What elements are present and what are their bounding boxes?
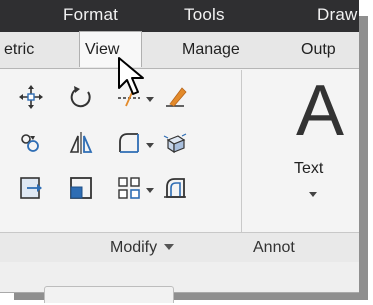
stretch-icon[interactable] [18, 175, 44, 201]
ribbon-tab-row: etric View Manage Outp [0, 31, 359, 69]
drawing-tab[interactable] [44, 286, 174, 303]
text-tool-icon[interactable]: A [296, 70, 344, 152]
menu-tools[interactable]: Tools [184, 5, 225, 25]
modify-panel-label[interactable]: Modify [110, 239, 175, 257]
trim-dropdown-icon[interactable] [146, 97, 154, 102]
modify-expand-icon[interactable] [164, 243, 175, 250]
fillet-icon[interactable] [116, 130, 142, 156]
mouse-cursor-icon [118, 57, 144, 95]
menu-draw[interactable]: Draw [317, 5, 357, 25]
tab-output[interactable]: Outp [301, 32, 336, 68]
mirror-icon[interactable] [68, 130, 94, 156]
annotation-panel-label[interactable]: Annot [253, 239, 295, 257]
erase-icon[interactable] [162, 84, 188, 110]
text-dropdown-icon[interactable] [309, 192, 317, 197]
tab-manage[interactable]: Manage [182, 32, 240, 68]
array-icon[interactable] [116, 175, 142, 201]
move-icon[interactable] [18, 84, 44, 110]
copy-icon[interactable] [18, 130, 44, 156]
offset-icon[interactable] [162, 175, 188, 201]
text-tool-label[interactable]: Text [294, 160, 323, 178]
rotate-icon[interactable] [68, 84, 94, 110]
menu-format[interactable]: Format [63, 5, 118, 25]
panel-footer-bar: Modify Annot [0, 232, 359, 263]
tab-parametric[interactable]: etric [4, 32, 34, 68]
fillet-dropdown-icon[interactable] [146, 143, 154, 148]
menu-bar: Format Tools Draw [0, 0, 359, 32]
app-window: Format Tools Draw etric View Manage Outp [0, 0, 373, 305]
explode-icon[interactable] [162, 130, 188, 156]
array-dropdown-icon[interactable] [146, 188, 154, 193]
scale-icon[interactable] [68, 175, 94, 201]
